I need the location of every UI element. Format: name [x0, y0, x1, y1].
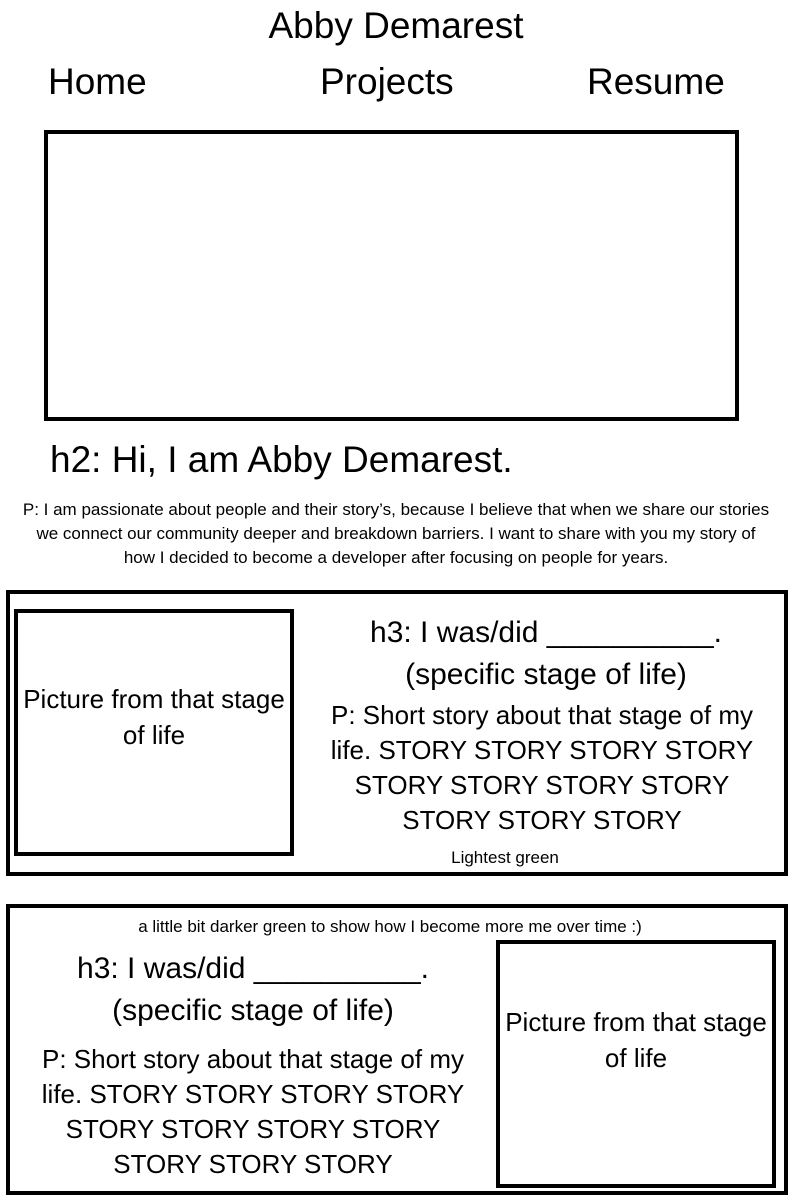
- story-paragraph-2: P: Short story about that stage of my li…: [41, 1044, 465, 1179]
- site-title: Abby Demarest: [268, 5, 524, 46]
- intro-paragraph: P: I am passionate about people and thei…: [22, 500, 770, 567]
- picture-label: Picture from that stage of life: [505, 1007, 767, 1073]
- intro-heading: h2: Hi, I am Abby Demarest.: [50, 439, 513, 480]
- nav-resume-link[interactable]: Resume: [587, 60, 725, 104]
- story-picture-placeholder-2: Picture from that stage of life: [496, 940, 776, 1188]
- story-paragraph-1: P: Short story about that stage of my li…: [330, 700, 754, 835]
- nav-home-link[interactable]: Home: [48, 60, 147, 104]
- hero-image-placeholder: [44, 130, 739, 421]
- picture-label: Picture from that stage of life: [23, 683, 285, 750]
- story-heading-1: h3: I was/did __________. (specific stag…: [370, 616, 722, 691]
- color-note-2: a little bit darker green to show how I …: [138, 917, 642, 936]
- story-picture-placeholder-1: Picture from that stage of life: [14, 609, 294, 856]
- color-note-1: Lightest green: [451, 848, 559, 867]
- story-heading-2: h3: I was/did __________. (specific stag…: [77, 952, 429, 1027]
- nav-projects-link[interactable]: Projects: [320, 60, 454, 104]
